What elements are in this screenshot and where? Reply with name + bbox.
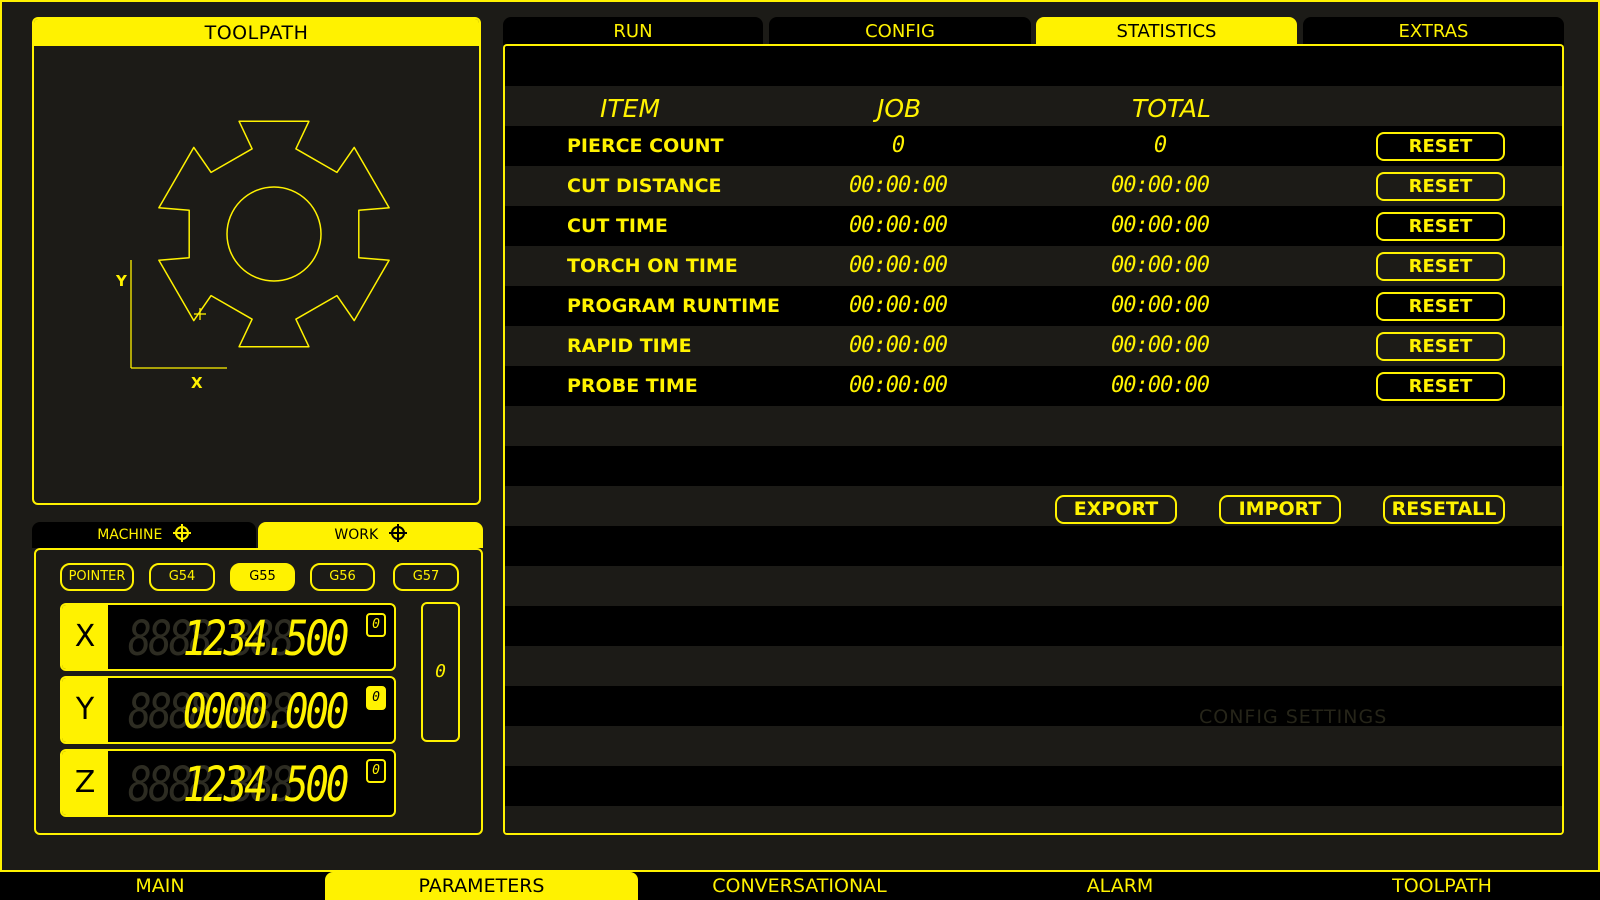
stat-job-value: 00:00:00 bbox=[849, 293, 948, 318]
axis-x-label: X bbox=[191, 374, 203, 392]
export-button[interactable]: EXPORT bbox=[1055, 495, 1177, 524]
coord-g56-button[interactable]: G56 bbox=[310, 563, 375, 591]
axis-value: 0000.000 bbox=[182, 684, 350, 740]
crosshair-icon bbox=[172, 524, 191, 542]
reset-button[interactable]: RESET bbox=[1376, 372, 1505, 401]
axis-letter: Y bbox=[62, 678, 108, 742]
column-header-job: JOB bbox=[877, 94, 922, 123]
statistics-panel: ITEM JOB TOTAL PIERCE COUNT 0 0 RESET CU… bbox=[503, 44, 1564, 835]
row-stripe bbox=[505, 406, 1562, 446]
stat-job-value: 0 bbox=[891, 133, 905, 158]
nav-alarm[interactable]: ALARM bbox=[961, 872, 1279, 900]
dro-tabs: MACHINE WORK bbox=[32, 522, 483, 548]
stat-job-value: 00:00:00 bbox=[849, 173, 948, 198]
coord-g55-button[interactable]: G55 bbox=[230, 563, 295, 591]
stat-job-value: 00:00:00 bbox=[849, 253, 948, 278]
side-indicator[interactable]: 0 bbox=[421, 602, 460, 742]
stat-item-label: PIERCE COUNT bbox=[567, 135, 724, 157]
row-stripe bbox=[505, 46, 1562, 86]
stat-job-value: 00:00:00 bbox=[849, 333, 948, 358]
crosshair-icon bbox=[388, 524, 407, 542]
tab-machine[interactable]: MACHINE bbox=[32, 522, 256, 548]
stat-total-value: 00:00:00 bbox=[1111, 373, 1210, 398]
stat-total-value: 00:00:00 bbox=[1111, 213, 1210, 238]
stat-item-label: TORCH ON TIME bbox=[567, 255, 738, 277]
reset-button[interactable]: RESET bbox=[1376, 252, 1505, 281]
axis-z-readout[interactable]: Z 8888.888 1234.500 0 bbox=[60, 749, 396, 817]
row-stripe bbox=[505, 686, 1562, 726]
stat-job-value: 00:00:00 bbox=[849, 373, 948, 398]
import-button[interactable]: IMPORT bbox=[1219, 495, 1341, 524]
axis-mini-indicator: 0 bbox=[366, 686, 386, 710]
axis-mini-indicator: 0 bbox=[366, 613, 386, 637]
tab-extras[interactable]: EXTRAS bbox=[1303, 17, 1564, 45]
gear-outline-icon bbox=[158, 120, 390, 348]
stat-item-label: PROBE TIME bbox=[567, 375, 698, 397]
nav-main[interactable]: MAIN bbox=[0, 872, 320, 900]
row-stripe bbox=[505, 86, 1562, 126]
toolpath-panel: TOOLPATH Y X bbox=[32, 17, 481, 505]
stat-item-label: CUT TIME bbox=[567, 215, 668, 237]
stat-item-label: CUT DISTANCE bbox=[567, 175, 722, 197]
reset-button[interactable]: RESET bbox=[1376, 172, 1505, 201]
tab-run[interactable]: RUN bbox=[503, 17, 763, 45]
tab-statistics[interactable]: STATISTICS bbox=[1036, 17, 1297, 45]
stat-total-value: 00:00:00 bbox=[1111, 333, 1210, 358]
row-stripe bbox=[505, 526, 1562, 566]
axis-y-label: Y bbox=[115, 272, 128, 290]
stat-total-value: 0 bbox=[1153, 133, 1167, 158]
axis-mini-indicator: 0 bbox=[366, 759, 386, 783]
row-stripe bbox=[505, 766, 1562, 806]
faint-config-label: CONFIG SETTINGS bbox=[1199, 706, 1388, 728]
stat-item-label: RAPID TIME bbox=[567, 335, 692, 357]
coord-pointer-button[interactable]: POINTER bbox=[60, 563, 134, 591]
stat-job-value: 00:00:00 bbox=[849, 213, 948, 238]
axis-value: 1234.500 bbox=[182, 611, 350, 667]
reset-button[interactable]: RESET bbox=[1376, 292, 1505, 321]
axis-letter: Z bbox=[62, 751, 108, 815]
row-stripe bbox=[505, 646, 1562, 686]
stat-total-value: 00:00:00 bbox=[1111, 173, 1210, 198]
reset-button[interactable]: RESET bbox=[1376, 332, 1505, 361]
column-header-total: TOTAL bbox=[1132, 94, 1211, 123]
axis-x-readout[interactable]: X 8888.888 1234.500 0 bbox=[60, 603, 396, 671]
reset-button[interactable]: RESET bbox=[1376, 212, 1505, 241]
toolpath-canvas[interactable]: Y X bbox=[34, 46, 481, 505]
row-stripe bbox=[505, 726, 1562, 766]
row-stripe bbox=[505, 566, 1562, 606]
axis-value: 1234.500 bbox=[182, 757, 350, 813]
row-stripe bbox=[505, 446, 1562, 486]
tab-machine-label: MACHINE bbox=[97, 527, 163, 543]
stat-total-value: 00:00:00 bbox=[1111, 293, 1210, 318]
axes-indicator bbox=[130, 260, 227, 369]
axis-letter: X bbox=[62, 605, 108, 669]
coord-g57-button[interactable]: G57 bbox=[393, 563, 459, 591]
reset-button[interactable]: RESET bbox=[1376, 132, 1505, 161]
stat-item-label: PROGRAM RUNTIME bbox=[567, 295, 781, 317]
tab-work[interactable]: WORK bbox=[258, 522, 483, 548]
nav-toolpath[interactable]: TOOLPATH bbox=[1284, 872, 1600, 900]
toolpath-title: TOOLPATH bbox=[34, 19, 479, 46]
row-stripe bbox=[505, 606, 1562, 646]
nav-parameters[interactable]: PARAMETERS bbox=[325, 872, 638, 900]
coord-g54-button[interactable]: G54 bbox=[149, 563, 215, 591]
resetall-button[interactable]: RESETALL bbox=[1383, 495, 1505, 524]
nav-conversational[interactable]: CONVERSATIONAL bbox=[643, 872, 956, 900]
row-stripe bbox=[505, 806, 1562, 833]
tab-work-label: WORK bbox=[334, 527, 379, 543]
stat-total-value: 00:00:00 bbox=[1111, 253, 1210, 278]
tab-config[interactable]: CONFIG bbox=[769, 17, 1031, 45]
column-header-item: ITEM bbox=[600, 94, 661, 123]
axis-y-readout[interactable]: Y 8888.888 0000.000 0 bbox=[60, 676, 396, 744]
dro-panel: POINTER G54 G55 G56 G57 X 8888.888 1234.… bbox=[34, 548, 483, 835]
